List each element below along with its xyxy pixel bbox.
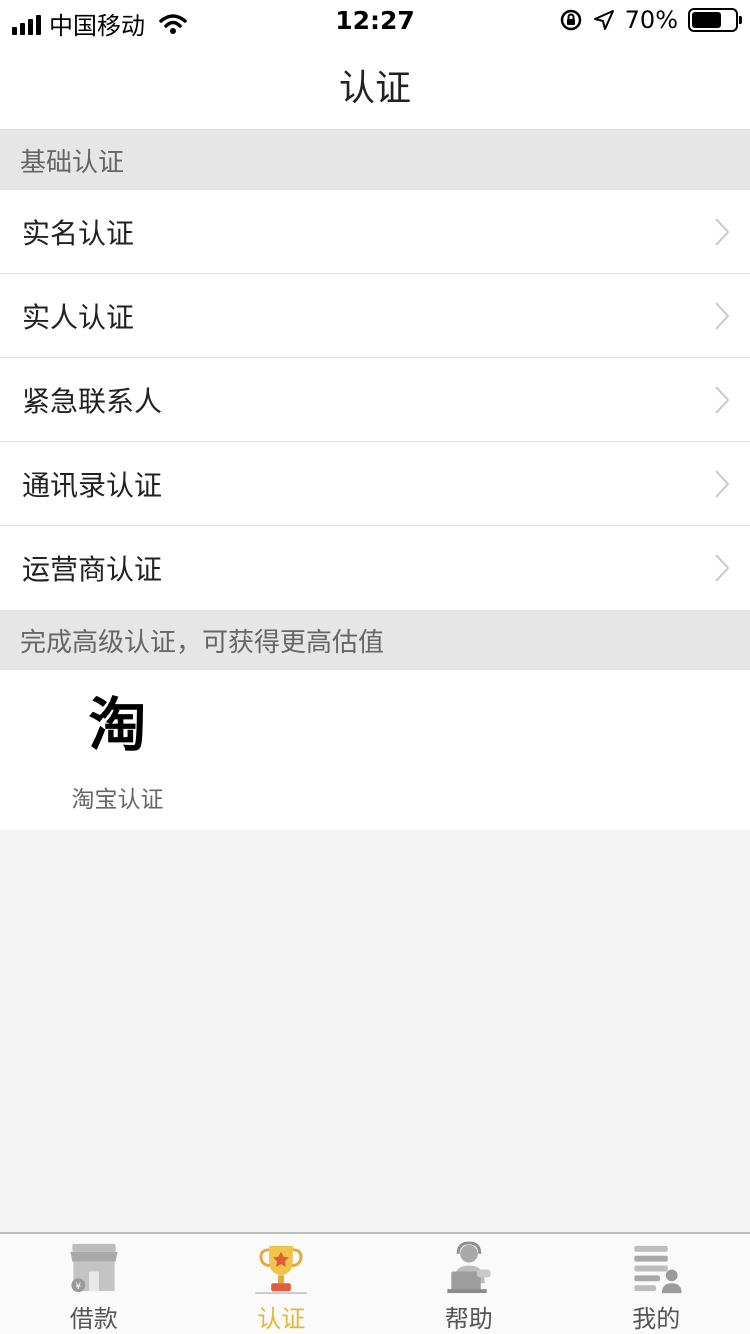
customer-service-icon	[447, 1241, 491, 1294]
tab-loan[interactable]: ¥ 借款	[0, 1234, 188, 1334]
section-header-label: 基础认证	[20, 147, 125, 178]
section-header-label: 完成高级认证，可获得更高估值	[20, 627, 385, 658]
navigation-bar: 认证	[0, 40, 750, 130]
chevron-right-icon	[715, 302, 730, 330]
chevron-right-icon	[715, 386, 730, 414]
status-right: 70%	[559, 6, 742, 34]
tab-verification[interactable]: 认证	[188, 1234, 376, 1334]
profile-list-icon	[634, 1245, 682, 1294]
list-item-label: 实人认证	[22, 300, 135, 334]
taobao-logo-icon: 淘	[88, 691, 147, 759]
battery-percent: 70%	[624, 6, 678, 34]
tab-bar: ¥ 借款 认证 帮助 我的	[0, 1232, 750, 1334]
status-bar: 中国移动 12:27 70%	[0, 0, 750, 40]
location-arrow-icon	[593, 10, 614, 30]
page-title: 认证	[338, 67, 411, 109]
list-item-label: 实名认证	[22, 216, 135, 250]
list-item-real-name[interactable]: 实名认证	[0, 190, 750, 274]
tab-label: 认证	[257, 1305, 306, 1333]
list-item-label: 紧急联系人	[22, 384, 163, 418]
basic-verification-list: 实名认证 实人认证 紧急联系人 通讯录认证 运营商认证	[0, 190, 750, 610]
svg-text:¥: ¥	[75, 1282, 81, 1292]
tab-label: 帮助	[444, 1305, 493, 1333]
tab-label: 我的	[632, 1305, 681, 1333]
list-item-emergency-contact[interactable]: 紧急联系人	[0, 358, 750, 442]
trophy-icon	[255, 1245, 307, 1295]
chevron-right-icon	[715, 554, 730, 582]
rotation-lock-icon	[560, 9, 581, 31]
chevron-right-icon	[715, 218, 730, 246]
tab-label: 借款	[69, 1305, 118, 1333]
list-item-label: 通讯录认证	[22, 468, 163, 502]
section-header-advanced: 完成高级认证，可获得更高估值	[0, 610, 750, 670]
taobao-verification-button[interactable]: 淘 淘宝认证	[55, 684, 180, 814]
section-header-basic: 基础认证	[0, 130, 750, 190]
list-item-contacts[interactable]: 通讯录认证	[0, 442, 750, 526]
list-item-carrier[interactable]: 运营商认证	[0, 526, 750, 610]
tab-help[interactable]: 帮助	[375, 1234, 563, 1334]
taobao-label: 淘宝认证	[71, 787, 164, 813]
advanced-verification-panel: 淘 淘宝认证	[0, 670, 750, 830]
list-item-real-person[interactable]: 实人认证	[0, 274, 750, 358]
shop-icon: ¥	[70, 1243, 118, 1292]
tab-mine[interactable]: 我的	[563, 1234, 750, 1334]
chevron-right-icon	[715, 470, 730, 498]
list-item-label: 运营商认证	[22, 553, 163, 586]
battery-icon	[688, 8, 742, 32]
